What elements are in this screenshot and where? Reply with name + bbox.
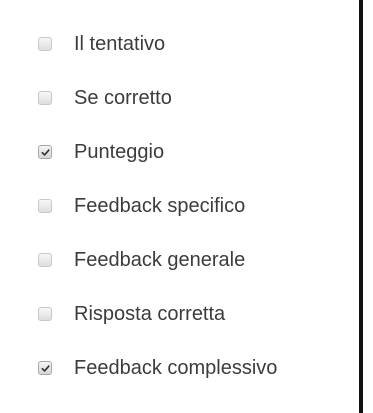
option-whether-correct[interactable]: Se corretto xyxy=(0,72,350,126)
option-label-specific-feedback: Feedback specifico xyxy=(74,195,246,217)
checkbox-attempt[interactable] xyxy=(38,37,52,51)
review-options-list: Il tentativo Se corretto Punteggio Feedb… xyxy=(0,18,350,396)
checkbox-right-answer[interactable] xyxy=(38,307,52,321)
check-icon xyxy=(41,148,50,156)
cut-off-heading xyxy=(32,0,332,8)
option-specific-feedback[interactable]: Feedback specifico xyxy=(0,180,350,234)
checkbox-overall-feedback[interactable] xyxy=(38,361,52,375)
option-label-attempt: Il tentativo xyxy=(74,33,166,55)
option-label-marks: Punteggio xyxy=(74,141,165,163)
option-right-answer[interactable]: Risposta corretta xyxy=(0,288,350,342)
option-label-overall-feedback: Feedback complessivo xyxy=(74,357,278,379)
option-label-right-answer: Risposta corretta xyxy=(74,303,226,325)
checkbox-specific-feedback[interactable] xyxy=(38,199,52,213)
option-general-feedback[interactable]: Feedback generale xyxy=(0,234,350,288)
checkbox-general-feedback[interactable] xyxy=(38,253,52,267)
review-options-panel: Il tentativo Se corretto Punteggio Feedb… xyxy=(0,0,363,413)
option-overall-feedback[interactable]: Feedback complessivo xyxy=(0,342,350,396)
checkbox-marks[interactable] xyxy=(38,145,52,159)
option-attempt[interactable]: Il tentativo xyxy=(0,18,350,72)
checkbox-whether-correct[interactable] xyxy=(38,91,52,105)
option-label-general-feedback: Feedback generale xyxy=(74,249,246,271)
check-icon xyxy=(41,364,50,372)
option-label-whether-correct: Se corretto xyxy=(74,87,172,109)
option-marks[interactable]: Punteggio xyxy=(0,126,350,180)
